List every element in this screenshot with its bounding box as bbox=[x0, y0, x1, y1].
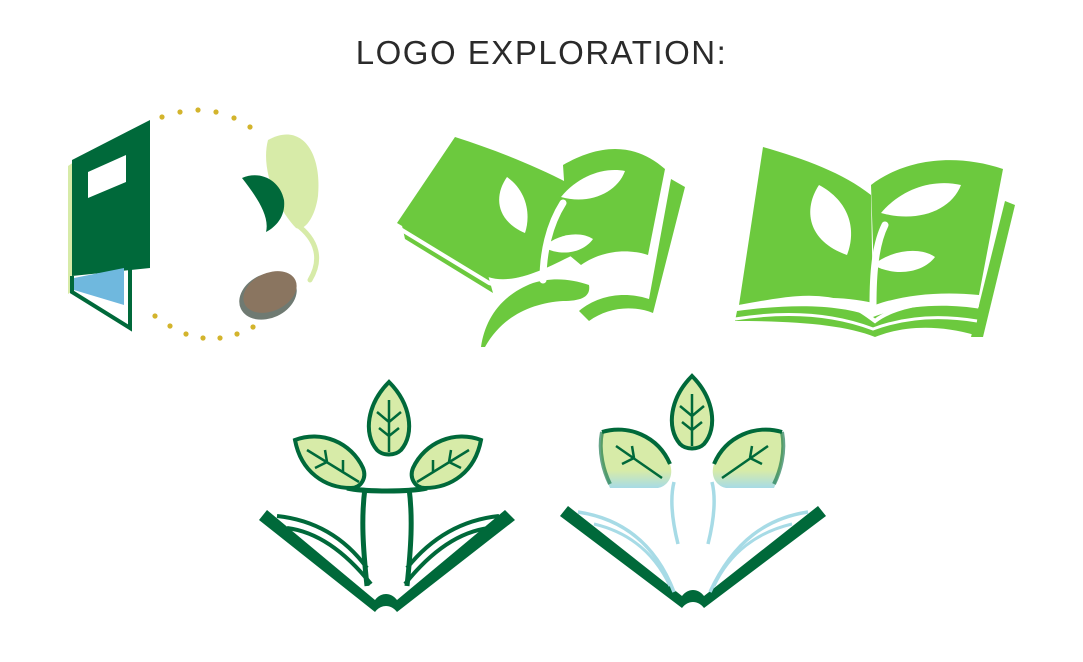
open-book-sprout-icon bbox=[395, 137, 685, 347]
page-title: LOGO EXPLORATION: bbox=[355, 34, 728, 71]
book-three-leaves-icon bbox=[259, 379, 515, 612]
open-book-sprout-flat-icon bbox=[734, 147, 1015, 337]
book-seed-sprout-icon bbox=[68, 107, 320, 341]
book-three-leaves-transparent-icon bbox=[560, 373, 826, 608]
